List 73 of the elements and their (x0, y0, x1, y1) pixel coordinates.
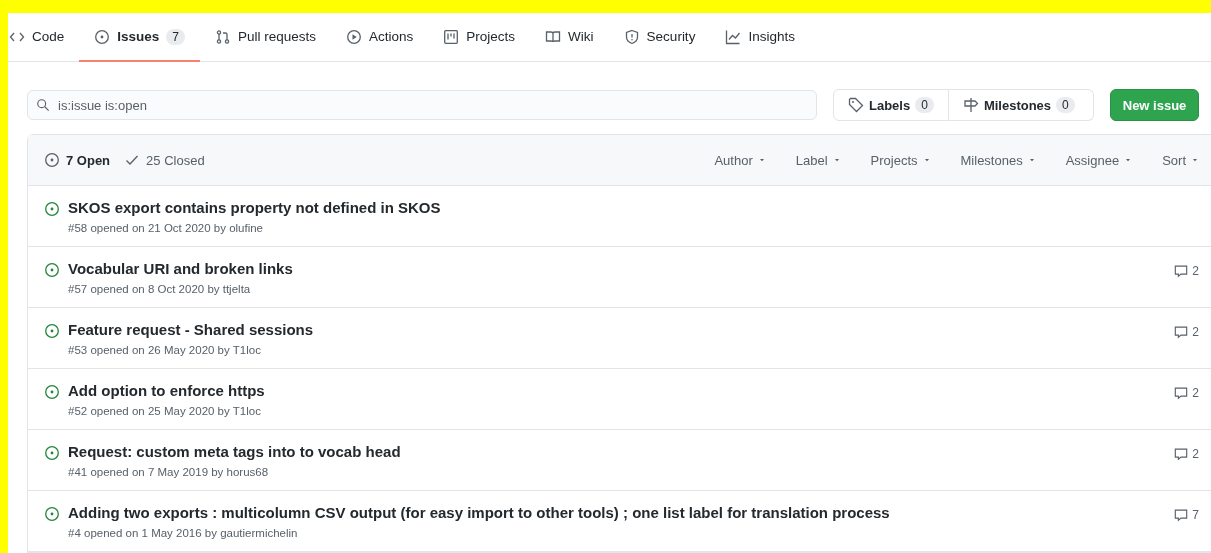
play-icon (346, 28, 363, 45)
count-badge: 0 (915, 97, 934, 113)
state-filter-link[interactable]: 25 Closed (124, 152, 205, 168)
filter-dropdown[interactable]: Sort (1162, 152, 1199, 168)
nav-tab[interactable]: Issues 7 (79, 13, 200, 62)
issue-meta: #41 opened on 7 May 2019 by horus68 (68, 466, 270, 478)
issue-title-link[interactable]: Vocabular URI and broken links (68, 260, 1167, 277)
open-issue-icon (44, 323, 60, 339)
caret-icon (757, 156, 766, 164)
open-issue-icon (44, 506, 60, 522)
issue-icon (44, 152, 60, 168)
speech-bubble-icon (1174, 508, 1189, 522)
search-icon (36, 98, 50, 112)
comment-count-link[interactable]: 2 (1174, 447, 1199, 461)
state-filter-link[interactable]: 7 Open (44, 152, 111, 168)
issue-meta: #52 opened on 25 May 2020 by T1loc (68, 405, 262, 417)
pull-request-icon (215, 28, 231, 45)
milestones-button[interactable]: Milestones 0 (948, 89, 1094, 121)
tag-icon (848, 97, 864, 113)
filter-dropdown[interactable]: Milestones (960, 152, 1036, 168)
nav-tab[interactable]: Wiki (530, 13, 609, 62)
filter-dropdown[interactable]: Label (795, 152, 841, 168)
search-field[interactable]: is:issue is:open (27, 90, 817, 120)
issue-row[interactable]: SKOS export contains property not defined in SKOS #58 opened on 21 Oct 2020 by olufine (28, 186, 1211, 247)
comment-count-link[interactable]: 2 (1174, 325, 1199, 339)
caret-icon (832, 156, 841, 164)
open-issue-icon (44, 384, 60, 400)
graph-icon (725, 28, 742, 45)
issue-meta: #57 opened on 8 Oct 2020 by ttjelta (68, 283, 252, 295)
project-board-icon (443, 28, 460, 45)
nav-tab[interactable]: Insights (710, 13, 810, 62)
issue-title-link[interactable]: SKOS export contains property not defined in SKOS (68, 199, 1199, 216)
issue-row[interactable]: Request: custom meta tags into to vocab head #41 opened on 7 May 2019 by horus68 2 (28, 430, 1211, 491)
nav-tab[interactable]: Projects (428, 13, 531, 62)
signpost-icon (962, 97, 979, 113)
open-issue-icon (44, 201, 60, 217)
nav-tab[interactable]: Actions (331, 13, 429, 62)
comment-count-link[interactable]: 7 (1174, 508, 1199, 522)
caret-icon (1124, 156, 1133, 164)
speech-bubble-icon (1174, 386, 1189, 400)
issue-title-link[interactable]: Add option to enforce https (68, 382, 1167, 399)
issue-row[interactable]: Adding two exports : multicolumn CSV output (for easy import to other tools) ; one list label for translation process #4 opened on 1 May 2016 by gautiermichelin 7 (28, 491, 1211, 552)
caret-icon (922, 156, 931, 164)
issue-title-link[interactable]: Adding two exports : multicolumn CSV output (for easy import to other tools) ; one list label for translation process (68, 504, 1167, 521)
filter-dropdown[interactable]: Author (714, 152, 766, 168)
issue-title-link[interactable]: Request: custom meta tags into to vocab head (68, 443, 1167, 460)
nav-tab[interactable]: Code (8, 13, 80, 62)
comment-count-link[interactable]: 2 (1174, 386, 1199, 400)
issue-meta: #4 opened on 1 May 2016 by gautiermichelin (68, 527, 299, 539)
labels-button[interactable]: Labels 0 (833, 89, 949, 121)
count-badge: 0 (1056, 97, 1075, 113)
nav-tab[interactable]: Security (608, 13, 711, 62)
nav-tab[interactable]: Pull requests (200, 13, 332, 62)
caret-icon (1191, 156, 1199, 164)
open-issue-icon (44, 262, 60, 278)
filter-dropdown[interactable]: Projects (870, 152, 931, 168)
issue-meta: #58 opened on 21 Oct 2020 by olufine (68, 222, 265, 234)
caret-icon (1027, 156, 1036, 164)
open-issue-icon (44, 445, 60, 461)
issue-title-link[interactable]: Feature request - Shared sessions (68, 321, 1167, 338)
speech-bubble-icon (1174, 264, 1189, 278)
issue-row[interactable]: Add option to enforce https #52 opened on 25 May 2020 by T1loc 2 (28, 369, 1211, 430)
issue-icon (94, 28, 111, 45)
issue-row[interactable]: Vocabular URI and broken links #57 opened on 8 Oct 2020 by ttjelta 2 (28, 247, 1211, 308)
shield-icon (623, 28, 640, 45)
speech-bubble-icon (1174, 325, 1189, 339)
issue-meta: #53 opened on 26 May 2020 by T1loc (68, 344, 262, 356)
issue-row[interactable]: Feature request - Shared sessions #53 opened on 26 May 2020 by T1loc 2 (28, 308, 1211, 369)
comment-count-link[interactable]: 2 (1174, 264, 1199, 278)
speech-bubble-icon (1174, 447, 1189, 461)
filter-dropdown[interactable]: Assignee (1065, 152, 1133, 168)
count-badge: 7 (166, 28, 185, 45)
book-icon (545, 28, 562, 45)
